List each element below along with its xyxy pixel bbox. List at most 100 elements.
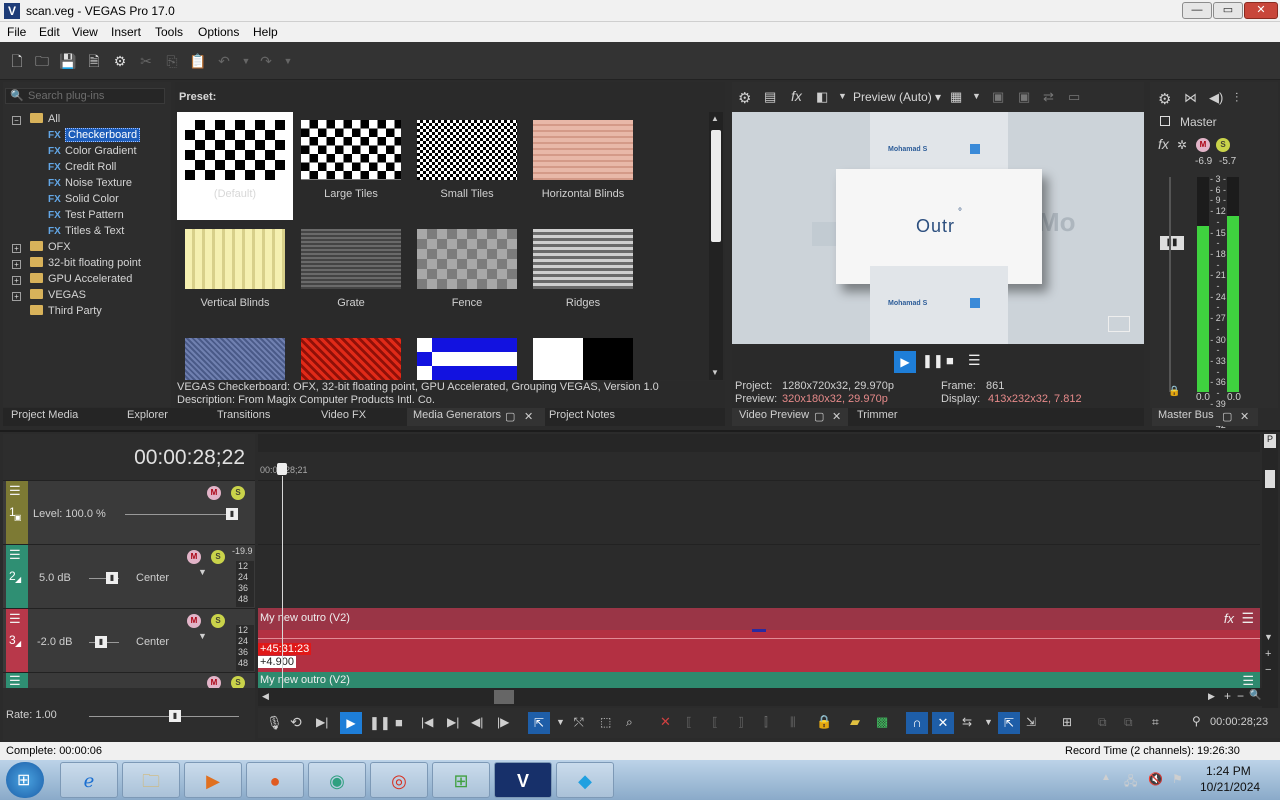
track-1-area[interactable] — [258, 480, 1260, 544]
next-frame-icon[interactable]: |▶ — [497, 715, 509, 729]
split-screen-icon[interactable]: ◧ — [816, 89, 828, 105]
external-monitor-icon[interactable]: ⇄ — [1043, 89, 1054, 105]
volume-slider-handle[interactable]: ▮ — [106, 572, 118, 584]
tab-project-notes[interactable]: Project Notes — [549, 409, 615, 421]
disabled-tool-icon[interactable]: ⧉ — [1098, 715, 1107, 730]
tree-item-third-party[interactable]: Third Party — [30, 305, 102, 321]
paste-icon[interactable]: 📋 — [189, 52, 207, 70]
track-2-header[interactable]: ☰ 2 ◢ M S -19.9 5.0 dB ▮ Center ▼ 12 24 36… — [3, 544, 255, 609]
tree-item-gpu[interactable]: GPU Accelerated — [30, 273, 132, 289]
preset-item-9[interactable] — [177, 330, 293, 380]
tab-media-generators[interactable]: Media Generators — [413, 409, 501, 421]
plugin-search-input[interactable]: 🔍 Search plug-ins — [5, 88, 165, 104]
track-1-header[interactable]: ☰ 1 ▣ M S Level: 100.0 % ▮ — [3, 480, 255, 545]
ignore-grouping-icon[interactable]: ⫼ — [790, 715, 796, 730]
expand-ofx-icon[interactable]: + — [12, 244, 21, 253]
track-menu-icon[interactable]: ☰ — [9, 612, 23, 625]
mute-icon[interactable]: M — [207, 676, 221, 688]
clip-menu-icon[interactable]: ☰ — [1241, 610, 1254, 627]
envelope-tool-icon[interactable]: ⤲ — [574, 715, 584, 730]
firefox-icon[interactable]: ● — [246, 762, 304, 798]
tree-item-titles-text[interactable]: FX Titles & Text — [48, 225, 124, 241]
fader-handle[interactable]: ▮▮ — [1160, 236, 1184, 250]
menu-edit[interactable]: Edit — [39, 25, 60, 39]
tree-item-ofx[interactable]: OFX — [30, 241, 71, 257]
menu-file[interactable]: File — [7, 25, 26, 39]
clip-v2-title-bar[interactable]: My new outro (V2) fx ☰ — [258, 608, 1260, 630]
stop-button[interactable]: ■ — [395, 715, 403, 730]
timeline-vscroll[interactable]: P ▼ + − — [1262, 434, 1278, 708]
ripple-dropdown-icon[interactable]: ▼ — [984, 717, 993, 727]
edge-sphere-icon[interactable]: ◉ — [308, 762, 366, 798]
expand-32bit-icon[interactable]: + — [12, 260, 21, 269]
split-icon[interactable]: ⫿ — [764, 715, 768, 730]
close-tab-icon[interactable]: ✕ — [1240, 410, 1249, 423]
close-tab-icon[interactable]: ✕ — [524, 410, 533, 423]
preset-default[interactable]: (Default) — [177, 112, 293, 220]
preset-horizontal-blinds[interactable]: Horizontal Blinds — [525, 112, 641, 220]
pause-button[interactable]: ❚❚ — [922, 353, 944, 369]
clock-date[interactable]: 10/21/2024 — [1200, 780, 1260, 794]
stop-button[interactable]: ■ — [946, 353, 954, 368]
menu-tools[interactable]: Tools — [155, 25, 183, 39]
trim-start-icon[interactable]: ⟦ — [712, 715, 718, 729]
mixer-faders-icon[interactable]: ⫶ — [1235, 90, 1238, 106]
speaker-icon[interactable]: ◀) — [1209, 90, 1223, 106]
tree-item-test-pattern[interactable]: FX Test Pattern — [48, 209, 124, 225]
vegas-pro-icon[interactable]: V — [494, 762, 552, 798]
disabled-tool-icon[interactable]: ⧉ — [1124, 715, 1133, 730]
lock-icon[interactable]: 🔒 — [1168, 386, 1180, 397]
save-icon[interactable]: 💾 — [59, 52, 77, 70]
preset-large-tiles[interactable]: Large Tiles — [293, 112, 409, 220]
preset-item-10[interactable] — [293, 330, 409, 380]
preset-item-11[interactable] — [409, 330, 525, 380]
play-button[interactable]: ▶ — [340, 712, 362, 734]
start-button[interactable]: ⊞ — [6, 762, 44, 798]
windows-logo-icon[interactable]: ⊞ — [432, 762, 490, 798]
clip-menu-icon[interactable]: ☰ — [1242, 673, 1254, 688]
tab-video-fx[interactable]: Video FX — [321, 409, 366, 421]
rate-slider-handle[interactable]: ▮ — [169, 710, 181, 722]
tab-project-media[interactable]: Project Media — [11, 409, 78, 421]
tree-item-32bit[interactable]: 32-bit floating point — [30, 257, 141, 273]
multicam-icon[interactable]: ⊞ — [1062, 715, 1072, 729]
track-menu-icon[interactable]: ☰ — [9, 484, 23, 497]
event-fx-icon[interactable]: ⇲ — [1026, 715, 1036, 729]
go-to-end-icon[interactable]: ▶| — [447, 715, 459, 729]
play-button[interactable]: ▶ — [894, 351, 916, 373]
menu-icon[interactable]: ☰ — [968, 352, 981, 369]
region-icon[interactable]: ▩ — [876, 714, 888, 730]
expand-vegas-icon[interactable]: + — [12, 292, 21, 301]
float-window-icon[interactable]: ▢ — [1222, 410, 1232, 423]
pan-dropdown-icon[interactable]: ▼ — [198, 567, 207, 577]
preset-scrollbar[interactable]: ▲ ▼ — [709, 112, 723, 380]
tree-item-all[interactable]: All — [30, 113, 60, 129]
undo-dropdown-icon[interactable]: ▼ — [237, 52, 255, 70]
pause-button[interactable]: ❚❚ — [369, 715, 391, 731]
master-checkbox[interactable] — [1160, 116, 1170, 126]
solo-icon[interactable]: S — [1216, 138, 1230, 152]
delete-icon[interactable]: ✕ — [660, 714, 671, 730]
menu-insert[interactable]: Insert — [111, 25, 141, 39]
project-properties-icon[interactable]: ▤ — [764, 89, 776, 105]
tree-item-noise-texture[interactable]: FX Noise Texture — [48, 177, 132, 193]
scrollbar-thumb[interactable] — [711, 130, 721, 242]
track-3-header[interactable]: ☰ 3 ◢ M S -2.0 dB ▮ Center ▼ 12 24 36 48 — [3, 608, 255, 673]
copy-snapshot-icon[interactable]: ▣ — [992, 89, 1004, 105]
collapse-all-icon[interactable]: − — [12, 116, 21, 125]
tray-expand-icon[interactable]: ▲ — [1101, 772, 1111, 783]
pan-dropdown-icon[interactable]: ▼ — [198, 631, 207, 641]
master-settings-gear-icon[interactable]: ⚙ — [1158, 90, 1171, 108]
kite-icon[interactable]: ◆ — [556, 762, 614, 798]
track-2-area[interactable] — [258, 544, 1260, 608]
timeline-hscroll[interactable]: ◀ ▶ + − 🔍 — [258, 688, 1262, 706]
auto-crossfade-icon[interactable]: ✕ — [932, 712, 954, 734]
track-menu-icon[interactable]: ☰ — [9, 548, 23, 561]
tree-item-checkerboard[interactable]: FX Checkerboard — [48, 128, 141, 145]
solo-icon[interactable]: S — [211, 614, 225, 628]
overlays-dropdown-icon[interactable]: ▼ — [972, 91, 981, 101]
undo-icon[interactable]: ↶ — [215, 52, 233, 70]
display-icon[interactable]: ▭ — [1068, 89, 1080, 105]
new-file-icon[interactable]: 🗋 — [8, 52, 26, 70]
downmix-icon[interactable]: ⋈ — [1184, 90, 1197, 106]
